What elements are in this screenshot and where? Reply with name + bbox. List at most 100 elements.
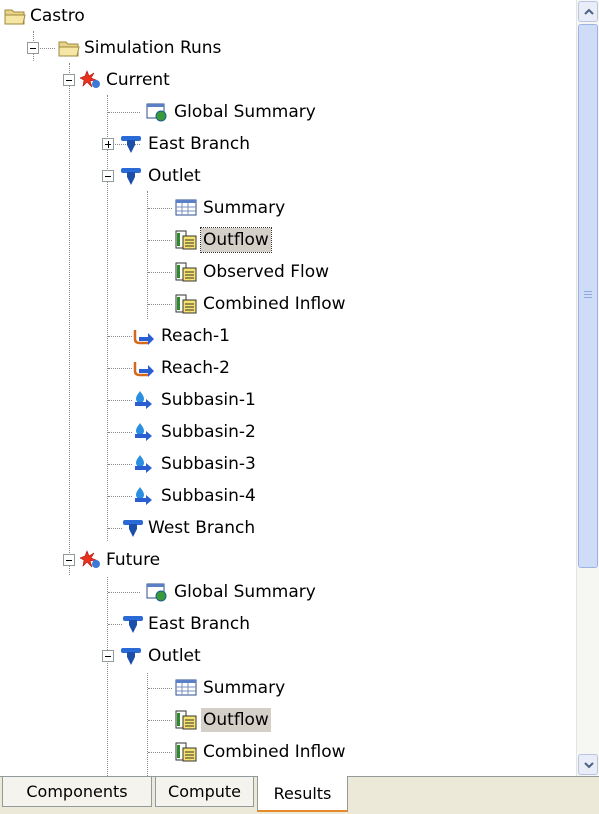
tree-node-reach-1[interactable]: Reach-1 xyxy=(0,320,576,352)
tree-node-east-branch[interactable]: East Branch xyxy=(0,608,576,640)
vertical-scrollbar[interactable] xyxy=(576,0,599,776)
scroll-down-button[interactable] xyxy=(578,754,598,775)
time-series-graph-icon xyxy=(175,742,197,762)
tree-node-simulation-runs[interactable]: Simulation Runs xyxy=(0,32,576,64)
scrollbar-thumb[interactable] xyxy=(578,24,598,568)
junction-icon xyxy=(120,134,142,154)
simulation-run-icon xyxy=(79,70,102,90)
subbasin-icon xyxy=(133,486,155,506)
tree-node-label: Subbasin-3 xyxy=(161,454,256,474)
global-summary-icon xyxy=(146,582,168,602)
tree-node-summary[interactable]: Summary xyxy=(0,192,576,224)
tree-connector xyxy=(148,304,172,305)
tree-node-reach-2[interactable]: Reach-2 xyxy=(0,352,576,384)
collapse-toggle-icon[interactable] xyxy=(63,74,75,86)
simulation-run-icon xyxy=(79,550,102,570)
tree-node-subbasin-3[interactable]: Subbasin-3 xyxy=(0,448,576,480)
tree-node-label: East Branch xyxy=(148,134,251,154)
tree-node-observed-flow[interactable]: Observed Flow xyxy=(0,256,576,288)
tree-connector xyxy=(108,624,122,625)
junction-icon xyxy=(122,614,144,634)
junction-icon xyxy=(122,518,144,538)
explorer-tab-bar: Components Compute Results xyxy=(0,776,599,814)
time-series-graph-icon xyxy=(175,710,197,730)
tree-connector xyxy=(108,528,122,529)
tree-node-label: Global Summary xyxy=(174,582,316,602)
summary-table-icon xyxy=(175,198,197,218)
tree-node-subbasin-1[interactable]: Subbasin-1 xyxy=(0,384,576,416)
tree-node-label: Global Summary xyxy=(174,102,316,122)
tree-node-label: Reach-1 xyxy=(161,326,230,346)
tree-node-subbasin-2[interactable]: Subbasin-2 xyxy=(0,416,576,448)
tree-connector xyxy=(108,496,132,497)
subbasin-icon xyxy=(133,422,155,442)
tree-node-label: Current xyxy=(106,70,170,90)
tree-connector xyxy=(108,112,140,113)
tree-node-label: Simulation Runs xyxy=(84,38,222,58)
tree-node-east-branch[interactable]: East Branch xyxy=(0,128,576,160)
tree-node-label: Summary xyxy=(203,678,286,698)
tree-node-label: Subbasin-1 xyxy=(161,390,256,410)
collapse-toggle-icon[interactable] xyxy=(27,42,39,54)
folder-open-icon xyxy=(4,6,26,26)
tree-node-current[interactable]: Current xyxy=(0,64,576,96)
tree-node-combined-inflow[interactable]: Combined Inflow xyxy=(0,288,576,320)
tree-connector xyxy=(148,720,172,721)
tree-node-label: Subbasin-4 xyxy=(161,486,256,506)
tree-node-label: Combined Inflow xyxy=(203,294,346,314)
time-series-graph-icon xyxy=(175,230,197,250)
tab-compute[interactable]: Compute xyxy=(155,777,254,807)
tab-results[interactable]: Results xyxy=(257,776,348,812)
grip-icon xyxy=(584,291,592,299)
tree-node-outlet[interactable]: Outlet xyxy=(0,160,576,192)
global-summary-icon xyxy=(146,102,168,122)
collapse-toggle-icon[interactable] xyxy=(102,650,114,662)
tree-connector xyxy=(148,208,172,209)
tree-node-label: Future xyxy=(106,550,161,570)
tree-connector xyxy=(148,688,172,689)
tree-node-label: Castro xyxy=(30,6,85,26)
tree-node-combined-inflow[interactable]: Combined Inflow xyxy=(0,736,576,768)
tree-connector xyxy=(148,272,172,273)
expand-toggle-icon[interactable] xyxy=(102,138,114,150)
tree-node-label: Reach-2 xyxy=(161,358,230,378)
tree-node-label: Combined Inflow xyxy=(203,742,346,762)
tree-node-global-summary[interactable]: Global Summary xyxy=(0,576,576,608)
tree-node-label: Outlet xyxy=(148,166,201,186)
tree-node-global-summary[interactable]: Global Summary xyxy=(0,96,576,128)
tree-node-west-branch[interactable]: West Branch xyxy=(0,512,576,544)
folder-open-icon xyxy=(58,38,80,58)
tree-node-label: Subbasin-2 xyxy=(161,422,256,442)
tree-node-castro[interactable]: Castro xyxy=(0,0,576,32)
subbasin-icon xyxy=(133,454,155,474)
tree-node-outflow[interactable]: Outflow xyxy=(0,704,576,736)
junction-icon xyxy=(120,646,142,666)
scroll-up-button[interactable] xyxy=(578,1,598,22)
summary-table-icon xyxy=(175,678,197,698)
tree-node-label: Observed Flow xyxy=(203,262,329,282)
results-tree: Castro Simulation Runs Current Global Su… xyxy=(0,0,576,776)
tree-node-subbasin-4[interactable]: Subbasin-4 xyxy=(0,480,576,512)
tree-connector xyxy=(108,432,132,433)
time-series-graph-icon xyxy=(175,294,197,314)
tree-node-label: Summary xyxy=(203,198,286,218)
tree-connector xyxy=(108,336,132,337)
tree-node-future[interactable]: Future xyxy=(0,544,576,576)
tree-node-outlet[interactable]: Outlet xyxy=(0,640,576,672)
tab-components[interactable]: Components xyxy=(2,777,152,807)
tree-connector xyxy=(108,592,140,593)
tree-connector xyxy=(108,368,132,369)
subbasin-icon xyxy=(133,390,155,410)
tree-connector xyxy=(108,400,132,401)
collapse-toggle-icon[interactable] xyxy=(102,170,114,182)
tree-node-label: East Branch xyxy=(148,614,251,634)
chevron-down-icon xyxy=(584,762,594,769)
reach-icon xyxy=(133,358,155,378)
tree-node-summary[interactable]: Summary xyxy=(0,672,576,704)
tree-connector xyxy=(148,240,172,241)
reach-icon xyxy=(133,326,155,346)
tree-node-outflow[interactable]: Outflow xyxy=(0,224,576,256)
collapse-toggle-icon[interactable] xyxy=(63,554,75,566)
tree-connector xyxy=(148,752,172,753)
tree-node-label: West Branch xyxy=(148,518,256,538)
